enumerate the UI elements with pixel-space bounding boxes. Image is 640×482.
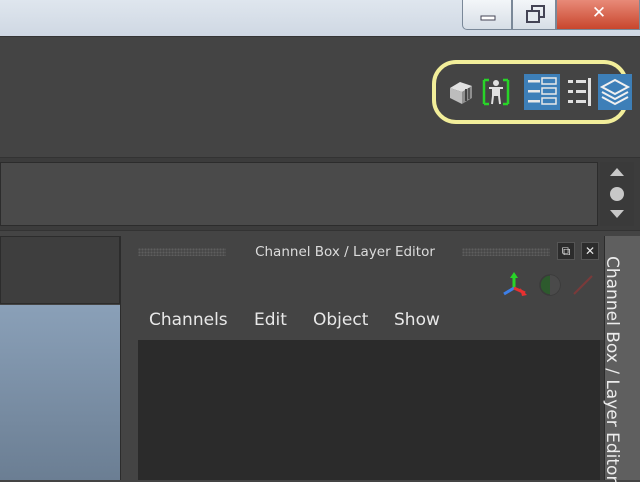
viewport-header (0, 236, 120, 304)
menu-edit[interactable]: Edit (254, 310, 287, 330)
attribute-editor-icon[interactable] (480, 74, 512, 110)
float-icon: ⧉ (561, 244, 571, 258)
modeling-toolkit-icon[interactable] (446, 74, 478, 110)
restore-button[interactable] (512, 0, 556, 30)
channel-box-toggle-icon[interactable] (564, 74, 596, 110)
panel-splitter[interactable] (120, 236, 135, 480)
close-icon: ✕ (584, 244, 596, 258)
minimize-button[interactable] (462, 0, 512, 30)
side-tab-label: Channel Box / Layer Editor (602, 256, 622, 482)
menu-channels[interactable]: Channels (149, 310, 228, 330)
channel-box-menubar: Channels Edit Object Show (138, 310, 602, 338)
close-panel-button[interactable]: ✕ (581, 242, 599, 260)
window-titlebar: ✕ (0, 0, 640, 36)
menu-object[interactable]: Object (313, 310, 368, 330)
channel-box-title: Channel Box / Layer Editor (255, 244, 435, 260)
close-icon: ✕ (591, 3, 607, 23)
channel-box-body[interactable] (138, 340, 600, 480)
panel-grip-right[interactable] (462, 248, 550, 256)
minimize-icon (480, 15, 496, 21)
window-close-button[interactable]: ✕ (556, 0, 640, 30)
scroll-arrows-icon (610, 168, 624, 218)
restore-icon (526, 5, 545, 23)
viewport[interactable] (0, 305, 120, 480)
tool-settings-icon[interactable] (524, 74, 560, 110)
manipulator-icon[interactable] (500, 272, 528, 298)
command-field[interactable] (0, 162, 598, 226)
float-panel-button[interactable]: ⧉ (557, 242, 575, 260)
layer-editor-icon[interactable] (598, 74, 632, 110)
pencil-icon[interactable] (568, 272, 596, 298)
menu-show[interactable]: Show (394, 310, 440, 330)
color-indicator-icon[interactable] (538, 273, 562, 297)
shelf-scroll-control[interactable] (600, 162, 634, 226)
